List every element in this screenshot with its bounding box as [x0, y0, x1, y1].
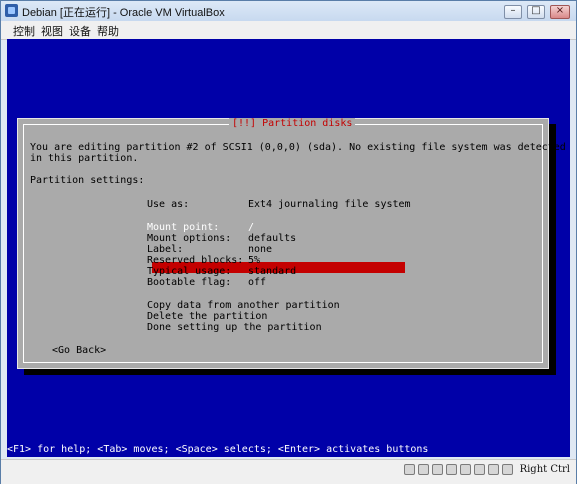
mouse-integration-icon[interactable] — [501, 464, 513, 475]
setting-value-reserved-blocks[interactable]: 5% — [248, 255, 260, 266]
setting-value-mount-options[interactable]: defaults — [248, 233, 296, 244]
setting-label-reserved-blocks[interactable]: Reserved blocks: — [147, 255, 243, 266]
maximize-button[interactable]: □ — [527, 5, 545, 19]
setting-value-bootable-flag[interactable]: off — [248, 277, 266, 288]
dialog-inner-frame: [!!] Partition disks You are editing par… — [23, 118, 566, 363]
setting-label-mount-point[interactable]: Mount point: — [147, 222, 219, 233]
use-as-value[interactable]: Ext4 journaling file system — [248, 199, 411, 210]
setting-value-label[interactable]: none — [248, 244, 272, 255]
minimize-button[interactable]: – — [504, 5, 522, 19]
display-icon[interactable] — [473, 464, 485, 475]
cd-icon[interactable] — [417, 464, 429, 475]
minimize-icon: – — [510, 5, 516, 16]
description-line-1: You are editing partition #2 of SCSI1 (0… — [30, 142, 566, 153]
setting-label-bootable-flag[interactable]: Bootable flag: — [147, 277, 231, 288]
vm-screen[interactable]: [!!] Partition disks You are editing par… — [7, 39, 570, 457]
setting-label-mount-options[interactable]: Mount options: — [147, 233, 231, 244]
menu-devices[interactable]: 设备 — [67, 23, 93, 39]
partition-settings-label: Partition settings: — [30, 175, 145, 186]
title-bar[interactable]: Debian [正在运行] - Oracle VM VirtualBox – □… — [1, 1, 576, 22]
virtualbox-app-icon — [5, 4, 18, 17]
setting-value-mount-point[interactable]: / — [248, 222, 254, 233]
action-copy-data[interactable]: Copy data from another partition — [147, 300, 340, 311]
setting-label-typical-usage[interactable]: Typical usage: — [147, 266, 231, 277]
video-capture-icon[interactable] — [487, 464, 499, 475]
partition-dialog: [!!] Partition disks You are editing par… — [17, 118, 566, 369]
menu-control[interactable]: 控制 — [11, 23, 37, 39]
host-key-label: Right Ctrl — [519, 464, 570, 475]
setting-label-label[interactable]: Label: — [147, 244, 183, 255]
window-controls: – □ × — [504, 5, 570, 19]
use-as-label: Use as: — [147, 199, 190, 210]
network-icon[interactable] — [445, 464, 457, 475]
setting-value-typical-usage[interactable]: standard — [248, 266, 296, 277]
description-line-2: in this partition. — [30, 153, 139, 164]
status-tray: Right Ctrl — [403, 464, 570, 475]
action-delete-partition[interactable]: Delete the partition — [147, 311, 267, 322]
shared-folder-icon[interactable] — [459, 464, 471, 475]
window-title: Debian [正在运行] - Oracle VM VirtualBox — [22, 7, 225, 19]
action-done-setting-up[interactable]: Done setting up the partition — [147, 322, 322, 333]
vbox-status-bar: Right Ctrl — [1, 459, 576, 484]
go-back-button[interactable]: <Go Back> — [52, 345, 106, 356]
menu-view[interactable]: 视图 — [39, 23, 65, 39]
menu-help[interactable]: 帮助 — [95, 23, 121, 39]
close-button[interactable]: × — [550, 5, 570, 19]
usb-icon[interactable] — [431, 464, 443, 475]
menu-bar: 控制 视图 设备 帮助 — [1, 21, 576, 40]
maximize-icon: □ — [531, 5, 541, 16]
hdd-icon[interactable] — [403, 464, 415, 475]
close-icon: × — [555, 5, 565, 16]
dialog-title: [!!] Partition disks — [229, 118, 356, 130]
virtualbox-window: Debian [正在运行] - Oracle VM VirtualBox – □… — [0, 0, 577, 484]
installer-help-line: <F1> for help; <Tab> moves; <Space> sele… — [7, 444, 429, 455]
